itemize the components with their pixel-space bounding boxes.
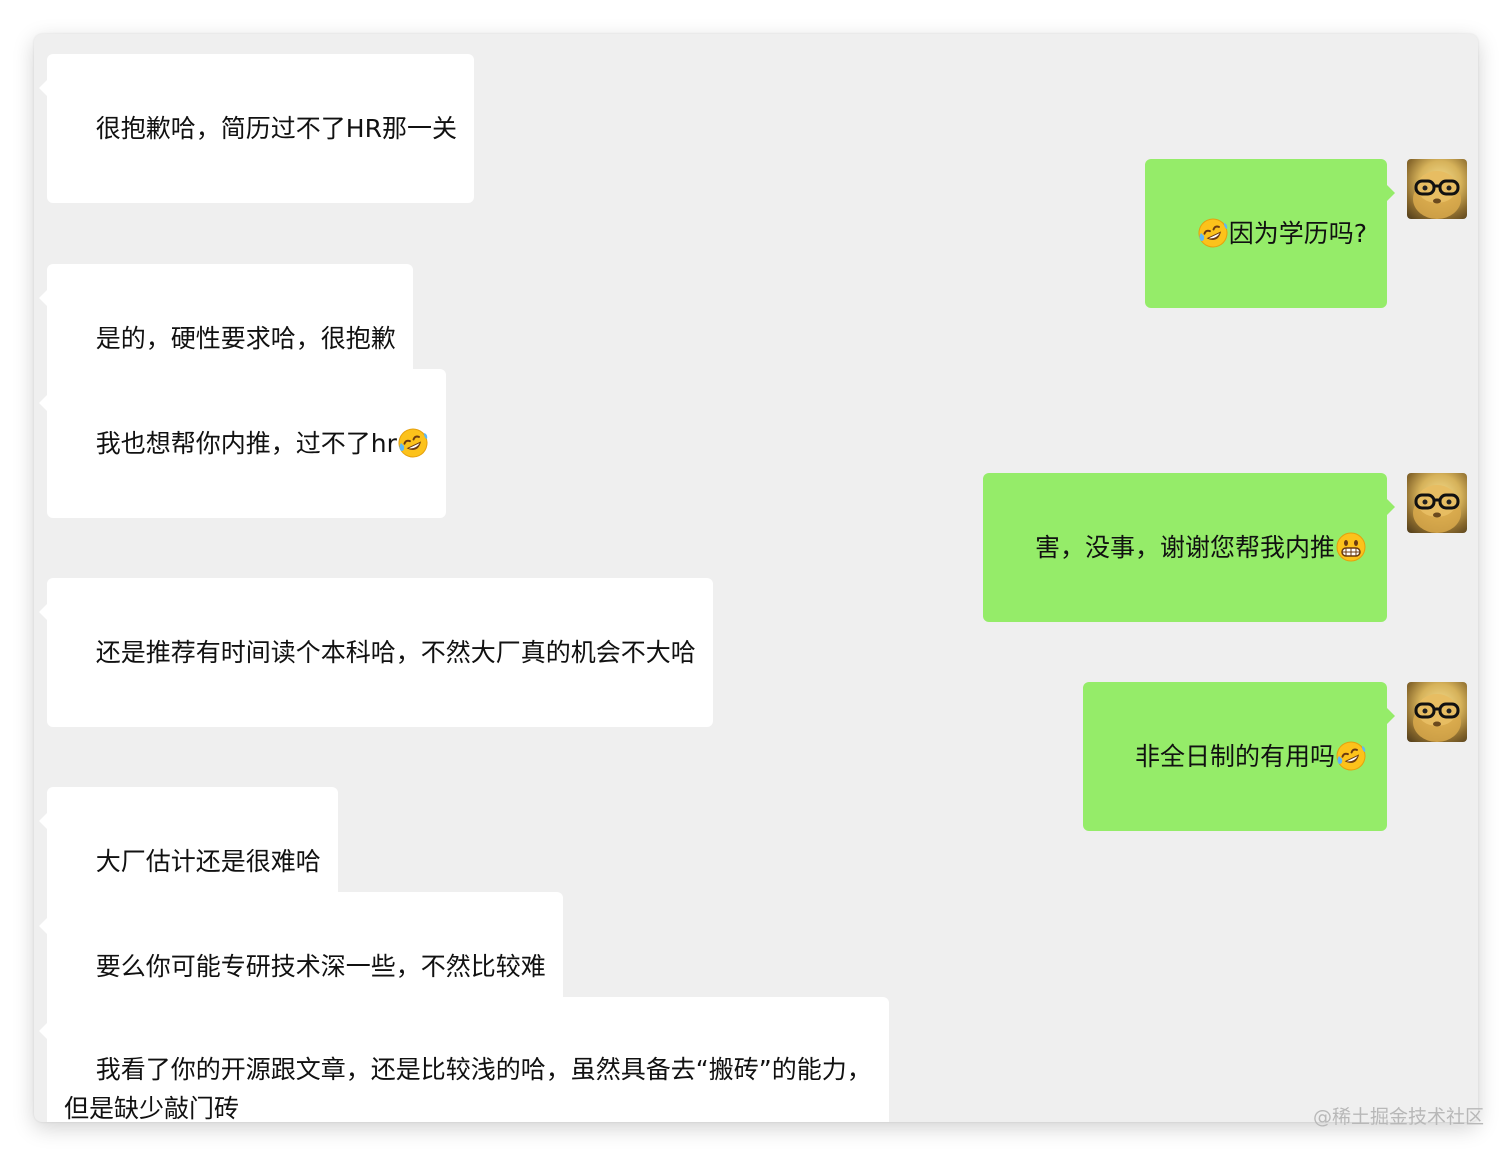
hamster-with-glasses-icon [1413,694,1461,742]
message-text: 我也想帮你内推，过不了hr [95,429,397,458]
incoming-message[interactable]: 我看了你的开源跟文章，还是比较浅的哈，虽然具备去“搬砖”的能力， 但是缺少敲门砖 [39,997,889,1122]
chat-window: 很抱歉哈，简历过不了HR那一关 因为学历吗? 是的，硬性要求哈，很抱歉 我也想帮… [34,34,1478,1122]
user-avatar[interactable] [1407,682,1467,742]
message-text: 还是推荐有时间读个本科哈，不然大厂真的机会不大哈 [95,638,696,667]
user-avatar[interactable] [1407,159,1467,219]
incoming-message[interactable]: 我也想帮你内推，过不了hr [39,369,446,518]
rolling-on-floor-laughing-icon [1336,741,1366,771]
message-text: 害，没事，谢谢您帮我内推 [1034,533,1335,562]
message-text: 非全日制的有用吗 [1134,742,1335,771]
watermark: @稀土掘金技术社区 [1312,1106,1484,1128]
hamster-with-glasses-icon [1413,171,1461,219]
user-avatar[interactable] [1407,473,1467,533]
incoming-message[interactable]: 很抱歉哈，简历过不了HR那一关 [39,54,474,203]
message-text: 是的，硬性要求哈，很抱歉 [95,324,396,353]
message-text: 大厂估计还是很难哈 [95,847,321,876]
outgoing-message[interactable]: 因为学历吗? [1144,159,1396,308]
grinning-face-icon [1336,532,1366,562]
message-text: 因为学历吗? [1228,219,1367,248]
incoming-message[interactable]: 还是推荐有时间读个本科哈，不然大厂真的机会不大哈 [39,578,713,727]
outgoing-message[interactable]: 非全日制的有用吗 [1083,682,1395,831]
message-text: 要么你可能专研技术深一些，不然比较难 [95,952,546,981]
message-text: 我看了你的开源跟文章，还是比较浅的哈，虽然具备去“搬砖”的能力， 但是缺少敲门砖 [64,1055,872,1122]
outgoing-message[interactable]: 害，没事，谢谢您帮我内推 [983,473,1395,622]
rolling-on-floor-laughing-icon [1198,218,1228,248]
rolling-on-floor-laughing-icon [398,428,428,458]
message-text: 很抱歉哈，简历过不了HR那一关 [95,114,457,143]
hamster-with-glasses-icon [1413,485,1461,533]
